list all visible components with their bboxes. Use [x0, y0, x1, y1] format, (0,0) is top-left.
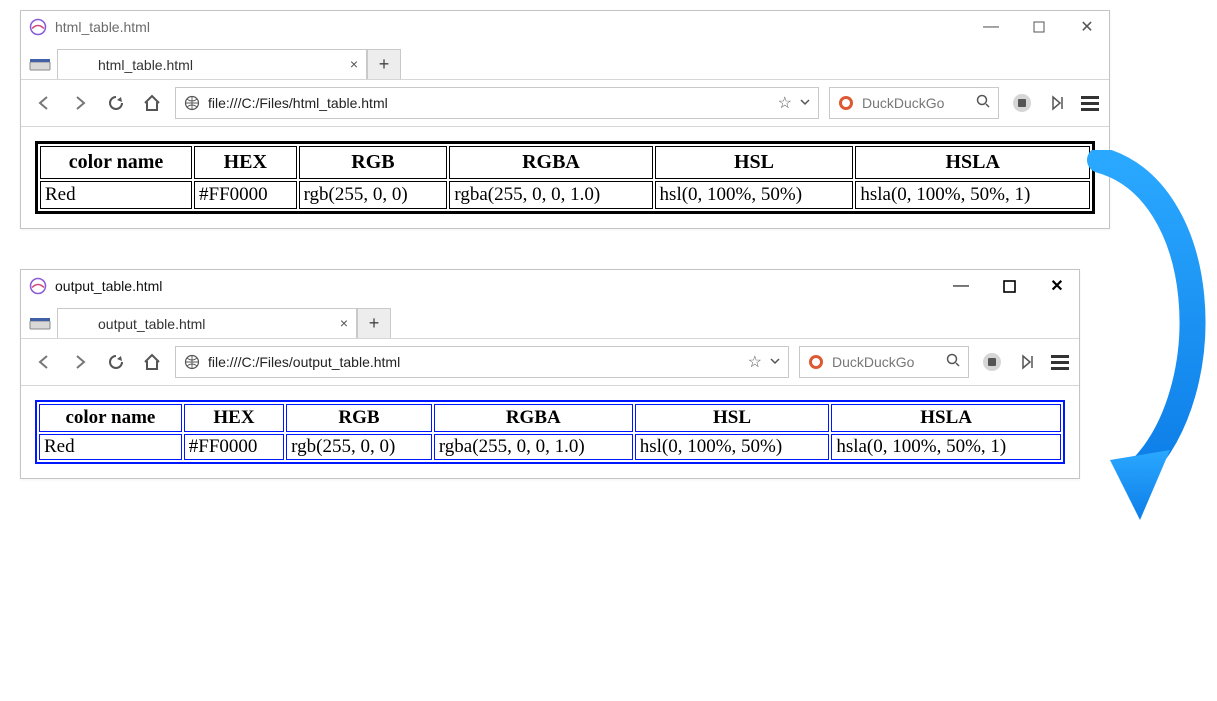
shield-icon[interactable] — [979, 349, 1005, 375]
tab-label: html_table.html — [98, 57, 193, 73]
td-color-name: Red — [39, 434, 182, 460]
search-placeholder: DuckDuckGo — [832, 354, 938, 370]
skip-forward-icon[interactable] — [1045, 90, 1071, 116]
url-text: file:///C:/Files/html_table.html — [208, 95, 770, 111]
th-rgb: RGB — [286, 404, 432, 432]
table-row: Red #FF0000 rgb(255, 0, 0) rgba(255, 0, … — [40, 181, 1090, 209]
th-rgba: RGBA — [434, 404, 633, 432]
browser-window-1: html_table.html — ✕ html_table.html × + … — [20, 10, 1110, 229]
tab-close-button[interactable]: × — [340, 315, 348, 331]
back-button[interactable] — [31, 90, 57, 116]
duckduckgo-icon — [808, 354, 824, 370]
hamburger-menu-icon[interactable] — [1081, 96, 1099, 111]
th-hsla: HSLA — [831, 404, 1061, 432]
titlebar: output_table.html — ✕ — [21, 270, 1079, 302]
titlebar: html_table.html — ✕ — [21, 11, 1109, 43]
skip-forward-icon[interactable] — [1015, 349, 1041, 375]
page-viewport: color name HEX RGB RGBA HSL HSLA Red #FF… — [21, 386, 1079, 478]
reload-button[interactable] — [103, 349, 129, 375]
toolbar: file:///C:/Files/html_table.html ☆ DuckD… — [21, 79, 1109, 127]
address-bar[interactable]: file:///C:/Files/html_table.html ☆ — [175, 87, 819, 119]
url-text: file:///C:/Files/output_table.html — [208, 354, 740, 370]
search-icon[interactable] — [946, 353, 960, 372]
bookmark-star-icon[interactable]: ☆ — [748, 352, 762, 372]
home-button[interactable] — [139, 90, 165, 116]
maximize-button[interactable] — [1025, 17, 1053, 37]
window-title: output_table.html — [55, 278, 162, 294]
close-window-button[interactable]: ✕ — [1073, 17, 1101, 37]
browser-window-2: output_table.html — ✕ output_table.html … — [20, 269, 1080, 479]
globe-icon — [184, 354, 200, 370]
td-hsl: hsl(0, 100%, 50%) — [655, 181, 854, 209]
document-icon — [29, 316, 51, 332]
tab-strip: output_table.html × + — [21, 302, 1079, 338]
table-header-row: color name HEX RGB RGBA HSL HSLA — [39, 404, 1061, 432]
td-hsla: hsla(0, 100%, 50%, 1) — [831, 434, 1061, 460]
th-rgb: RGB — [299, 146, 448, 179]
forward-button[interactable] — [67, 90, 93, 116]
minimize-button[interactable]: — — [947, 276, 975, 296]
search-icon[interactable] — [976, 94, 990, 113]
th-color-name: color name — [39, 404, 182, 432]
dropdown-chevron-icon[interactable] — [800, 94, 810, 112]
page-viewport: color name HEX RGB RGBA HSL HSLA Red #FF… — [21, 127, 1109, 228]
close-window-button[interactable]: ✕ — [1043, 276, 1071, 296]
bookmark-star-icon[interactable]: ☆ — [778, 93, 792, 113]
new-tab-button[interactable]: + — [357, 308, 391, 338]
minimize-button[interactable]: — — [977, 17, 1005, 37]
toolbar: file:///C:/Files/output_table.html ☆ Duc… — [21, 338, 1079, 386]
search-box[interactable]: DuckDuckGo — [799, 346, 969, 378]
window-controls: — ✕ — [977, 17, 1101, 37]
td-rgb: rgb(255, 0, 0) — [299, 181, 448, 209]
color-table-output: color name HEX RGB RGBA HSL HSLA Red #FF… — [35, 400, 1065, 464]
window-controls: — ✕ — [947, 276, 1071, 296]
shield-icon[interactable] — [1009, 90, 1035, 116]
search-placeholder: DuckDuckGo — [862, 95, 968, 111]
color-table: color name HEX RGB RGBA HSL HSLA Red #FF… — [35, 141, 1095, 214]
back-button[interactable] — [31, 349, 57, 375]
address-bar[interactable]: file:///C:/Files/output_table.html ☆ — [175, 346, 789, 378]
th-hsla: HSLA — [855, 146, 1090, 179]
document-icon — [29, 57, 51, 73]
app-icon — [29, 277, 47, 295]
td-rgb: rgb(255, 0, 0) — [286, 434, 432, 460]
td-color-name: Red — [40, 181, 192, 209]
duckduckgo-icon — [838, 95, 854, 111]
maximize-button[interactable] — [995, 276, 1023, 296]
new-tab-button[interactable]: + — [367, 49, 401, 79]
table-header-row: color name HEX RGB RGBA HSL HSLA — [40, 146, 1090, 179]
tab-close-button[interactable]: × — [350, 56, 358, 72]
browser-tab[interactable]: output_table.html × — [57, 308, 357, 338]
th-hex: HEX — [184, 404, 284, 432]
home-button[interactable] — [139, 349, 165, 375]
window-title: html_table.html — [55, 19, 150, 35]
tab-label: output_table.html — [98, 316, 205, 332]
th-hex: HEX — [194, 146, 297, 179]
th-hsl: HSL — [655, 146, 854, 179]
th-color-name: color name — [40, 146, 192, 179]
reload-button[interactable] — [103, 90, 129, 116]
th-hsl: HSL — [635, 404, 830, 432]
td-hex: #FF0000 — [184, 434, 284, 460]
th-rgba: RGBA — [449, 146, 652, 179]
td-hsl: hsl(0, 100%, 50%) — [635, 434, 830, 460]
table-row: Red #FF0000 rgb(255, 0, 0) rgba(255, 0, … — [39, 434, 1061, 460]
forward-button[interactable] — [67, 349, 93, 375]
hamburger-menu-icon[interactable] — [1051, 355, 1069, 370]
tab-strip: html_table.html × + — [21, 43, 1109, 79]
browser-tab[interactable]: html_table.html × — [57, 49, 367, 79]
td-hex: #FF0000 — [194, 181, 297, 209]
search-box[interactable]: DuckDuckGo — [829, 87, 999, 119]
dropdown-chevron-icon[interactable] — [770, 353, 780, 371]
globe-icon — [184, 95, 200, 111]
td-rgba: rgba(255, 0, 0, 1.0) — [449, 181, 652, 209]
td-rgba: rgba(255, 0, 0, 1.0) — [434, 434, 633, 460]
td-hsla: hsla(0, 100%, 50%, 1) — [855, 181, 1090, 209]
app-icon — [29, 18, 47, 36]
